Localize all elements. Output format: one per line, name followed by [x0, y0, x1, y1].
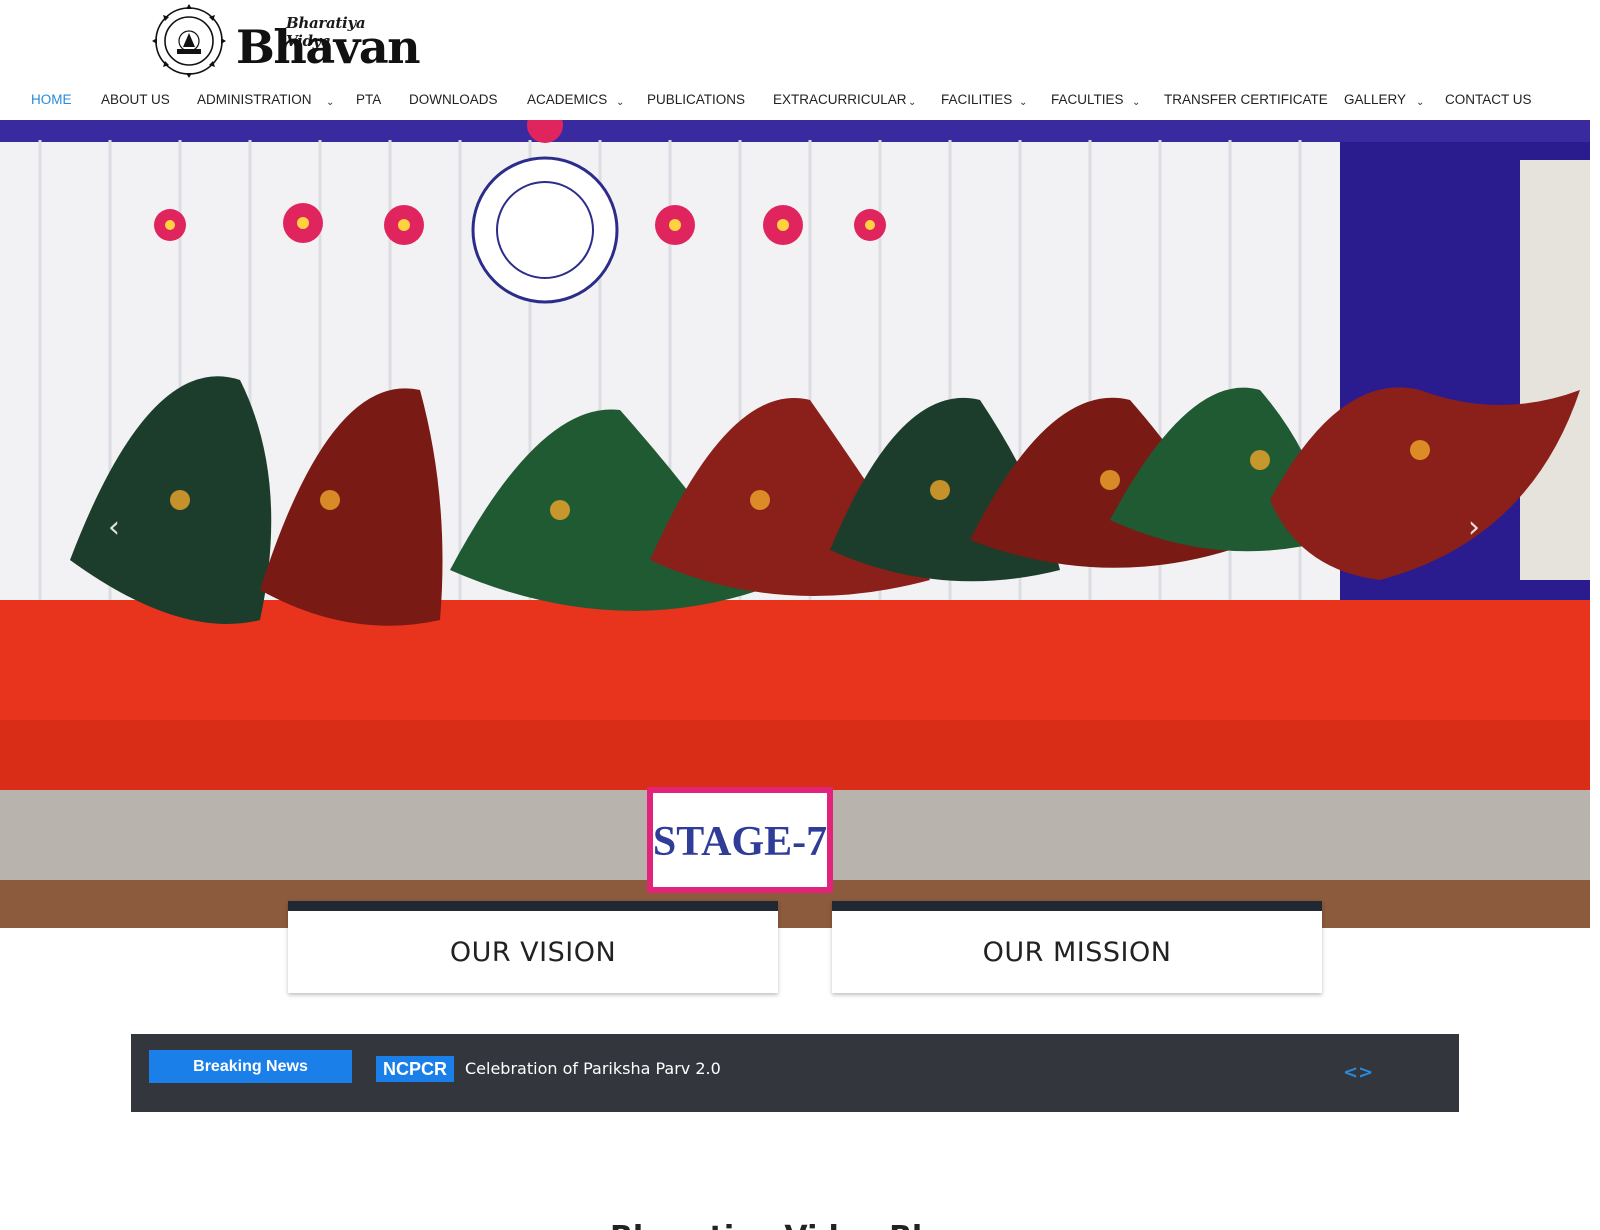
- nav-faculties-label: FACULTIES: [1051, 92, 1124, 107]
- nav-transfer-certificate[interactable]: TRANSFER CERTIFICATE: [1164, 92, 1328, 107]
- slider-prev-button[interactable]: ‹: [108, 510, 120, 545]
- logo-wordmark: Bharatiya Vidya Bhavan: [236, 6, 421, 76]
- nav-gallery-label: GALLERY: [1344, 92, 1407, 107]
- nav-home-label: HOME: [31, 92, 72, 107]
- nav-downloads-label: DOWNLOADS: [409, 92, 498, 107]
- news-headline[interactable]: Celebration of Pariksha Parv 2.0: [465, 1059, 721, 1078]
- news-tag[interactable]: NCPCR: [376, 1056, 455, 1082]
- site-logo[interactable]: Bharatiya Vidya Bhavan: [148, 2, 421, 80]
- nav-administration-label: ADMINISTRATION: [197, 92, 312, 107]
- nav-about-us-label: ABOUT US: [101, 92, 170, 107]
- chevron-down-icon: ⌄: [1416, 97, 1425, 108]
- emblem-icon: [152, 4, 226, 78]
- slider-next-button[interactable]: ›: [1468, 510, 1480, 545]
- nav-extracurricular-label: EXTRACURRICULAR: [773, 92, 907, 107]
- nav-faculties[interactable]: FACULTIES ⌄: [1051, 92, 1140, 108]
- hero-image: STAGE-7: [0, 120, 1590, 928]
- stage-sign-text: STAGE-7: [653, 819, 827, 865]
- nav-contact-us[interactable]: CONTACT US: [1445, 92, 1532, 107]
- breaking-news-label: Breaking News: [149, 1050, 352, 1083]
- nav-list: HOME ABOUT US ADMINISTRATION ⌄ PTA DOWNLO…: [0, 84, 1600, 120]
- main-nav: HOME ABOUT US ADMINISTRATION ⌄ PTA DOWNLO…: [0, 84, 1600, 120]
- news-nav-arrows-icon[interactable]: <>: [1343, 1062, 1373, 1083]
- nav-academics[interactable]: ACADEMICS ⌄: [527, 92, 624, 108]
- nav-facilities-label: FACILITIES: [941, 92, 1013, 107]
- nav-facilities[interactable]: FACILITIES ⌄: [941, 92, 1027, 108]
- chevron-down-icon: ⌄: [1132, 97, 1141, 108]
- breaking-news-bar: Breaking News NCPCR Celebration of Parik…: [131, 1034, 1459, 1112]
- nav-contact-us-label: CONTACT US: [1445, 92, 1532, 107]
- nav-publications-label: PUBLICATIONS: [647, 92, 746, 107]
- chevron-down-icon: ⌄: [908, 97, 917, 108]
- nav-about-us[interactable]: ABOUT US: [101, 92, 170, 107]
- nav-administration[interactable]: ADMINISTRATION ⌄: [197, 92, 334, 108]
- nav-extracurricular[interactable]: EXTRACURRICULAR ⌄: [773, 92, 916, 108]
- nav-publications[interactable]: PUBLICATIONS: [647, 92, 745, 107]
- nav-gallery[interactable]: GALLERY ⌄: [1344, 92, 1424, 108]
- our-vision-title: OUR VISION: [449, 936, 617, 968]
- logo-title: Bhavan: [236, 20, 421, 74]
- chevron-down-icon: ⌄: [326, 97, 335, 108]
- nav-downloads[interactable]: DOWNLOADS: [409, 92, 498, 107]
- our-mission-card[interactable]: OUR MISSION: [832, 901, 1322, 993]
- hero-slider: STAGE-7 ‹ ›: [0, 120, 1590, 928]
- section-title: Bharatiya Vidya Bhavan: [610, 1220, 1015, 1230]
- our-mission-title: OUR MISSION: [982, 936, 1172, 968]
- chevron-down-icon: ⌄: [1019, 97, 1028, 108]
- nav-academics-label: ACADEMICS: [527, 92, 608, 107]
- chevron-down-icon: ⌄: [616, 97, 625, 108]
- nav-pta[interactable]: PTA: [356, 92, 381, 107]
- nav-pta-label: PTA: [356, 92, 382, 107]
- nav-transfer-certificate-label: TRANSFER CERTIFICATE: [1164, 92, 1328, 107]
- nav-home[interactable]: HOME: [31, 92, 72, 107]
- our-vision-card[interactable]: OUR VISION: [288, 901, 778, 993]
